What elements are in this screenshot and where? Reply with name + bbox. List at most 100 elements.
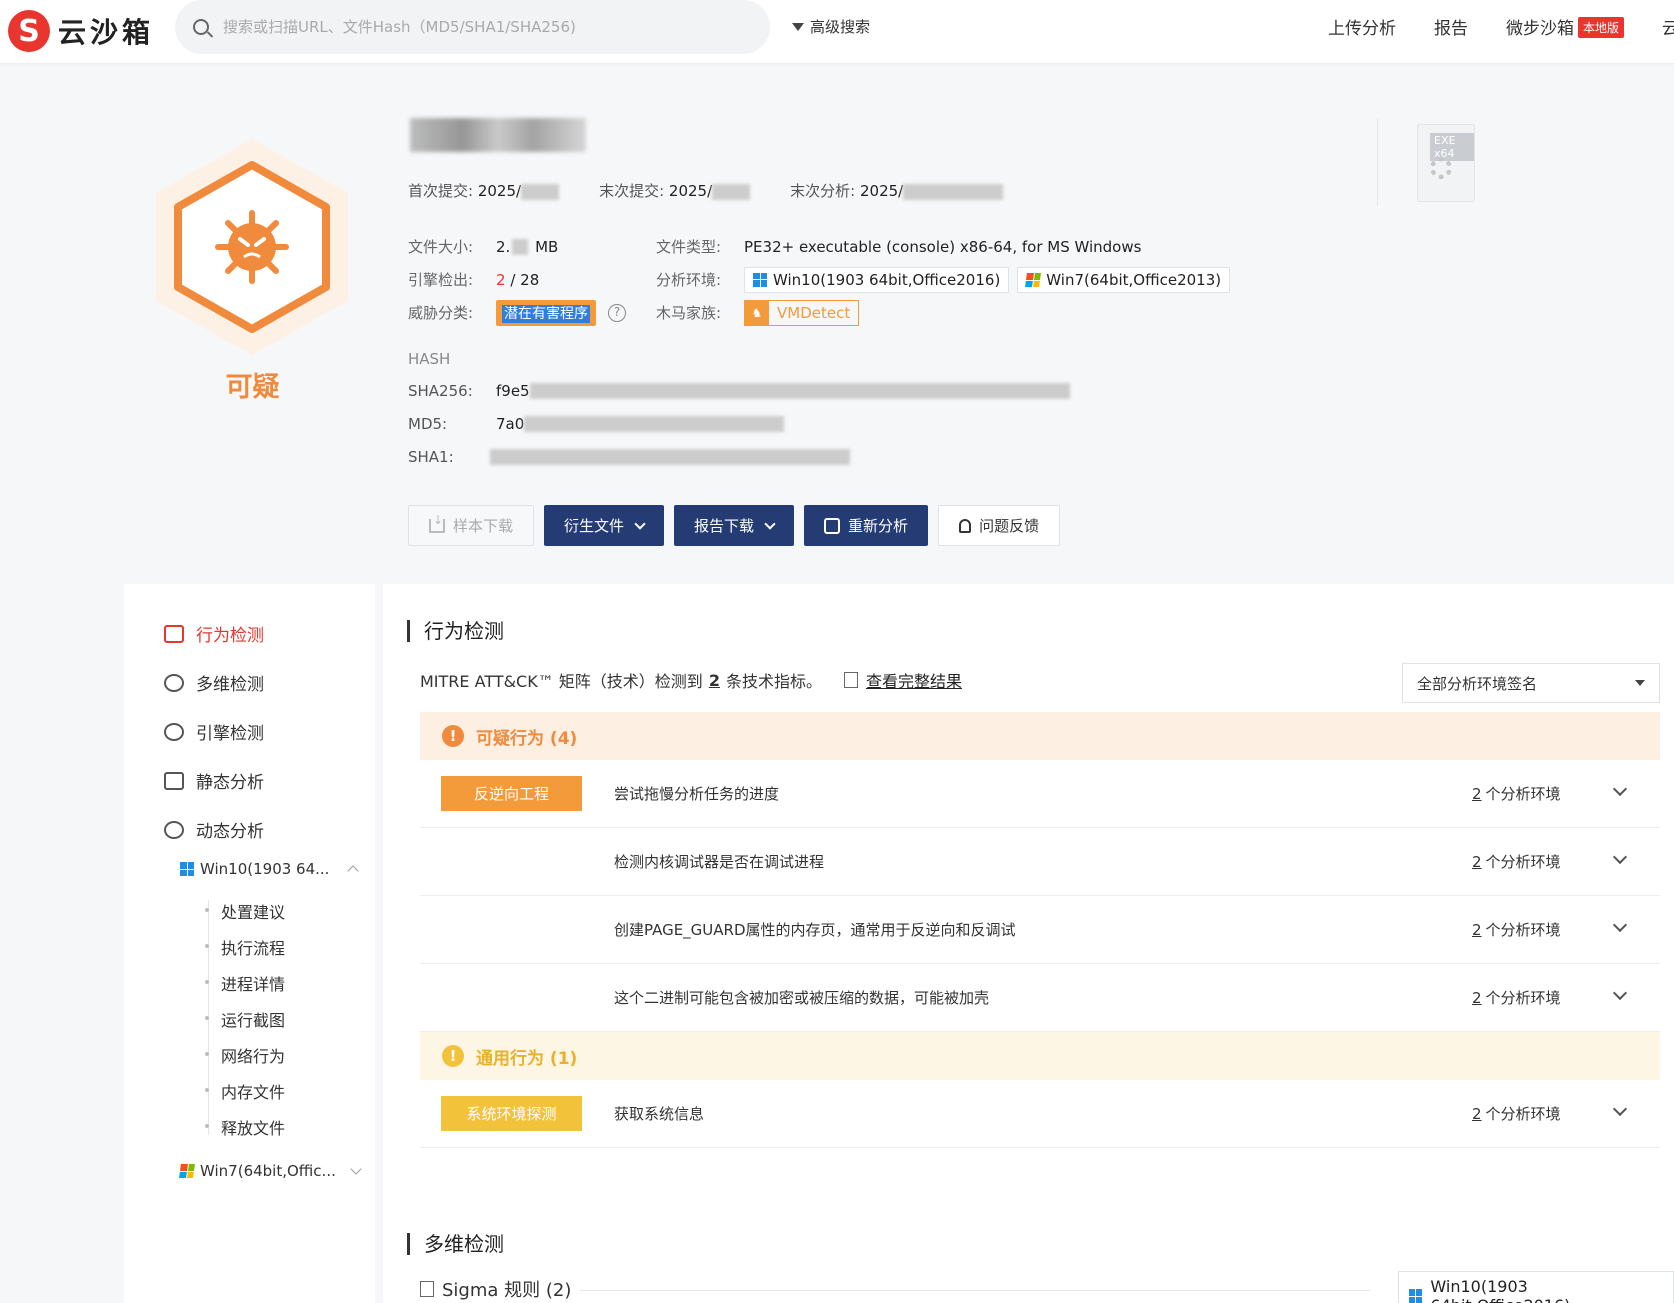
monitor-icon [164, 624, 184, 643]
sidebar-env-win7[interactable]: Win7(64bit,Offic... [179, 1162, 362, 1180]
sidebar-item-multi[interactable]: 多维检测 [164, 670, 264, 695]
reanalyze-label: 重新分析 [848, 517, 909, 535]
sidebar-item-label: 引擎检测 [196, 724, 264, 744]
behavior-env-count[interactable]: 2 个分析环境 [1472, 919, 1561, 940]
view-full-results-link[interactable]: 查看完整结果 [843, 668, 962, 692]
behavior-env-count[interactable]: 2 个分析环境 [1472, 851, 1561, 872]
sidebar-item-behavior[interactable]: 行为检测 [164, 621, 264, 646]
file-size-value: 2. MB [496, 238, 656, 256]
redacted-block [524, 416, 785, 432]
engine-value: 2 / 28 [496, 271, 656, 289]
caret-down-icon [1635, 680, 1645, 686]
sidebar-item-dynamic[interactable]: 动态分析 [164, 817, 264, 842]
sidebar-sub-item[interactable]: 网络行为 [205, 1043, 285, 1067]
nav-upload-analysis[interactable]: 上传分析 [1328, 14, 1396, 39]
env-count-text: 个分析环境 [1485, 989, 1561, 1007]
download-sample-button[interactable]: 样本下载 [408, 505, 535, 546]
nav-sandbox[interactable]: 微步沙箱 本地版 [1506, 14, 1625, 39]
chevron-up-icon [347, 865, 360, 877]
trojan-horse-icon: ♞ [745, 300, 769, 325]
behavior-env-count[interactable]: 2 个分析环境 [1472, 987, 1561, 1008]
sidebar-item-engine[interactable]: 引擎检测 [164, 719, 264, 744]
suspicious-bug-icon [156, 139, 348, 355]
general-group-header[interactable]: ! 通用行为 (1) [420, 1032, 1660, 1080]
divider [1377, 118, 1378, 206]
chevron-down-icon [764, 517, 776, 530]
search-bar[interactable] [175, 0, 770, 54]
sha1-label: SHA1: [408, 448, 454, 466]
hash-title: HASH [408, 350, 451, 368]
sha256-value[interactable]: f9e5 [496, 382, 530, 400]
file-name-redacted [410, 118, 586, 152]
last-submit: 末次提交: 2025/ [599, 180, 751, 201]
behavior-desc: 创建PAGE_GUARD属性的内存页，通常用于反逆向和反调试 [614, 921, 1016, 939]
sha1-row: SHA1: [408, 448, 850, 466]
reanalyze-button[interactable]: 重新分析 [804, 505, 929, 546]
report-download-label: 报告下载 [694, 517, 755, 535]
rules-icon [420, 1281, 434, 1297]
behavior-row[interactable]: 检测内核调试器是否在调试进程 2 个分析环境 [420, 828, 1660, 896]
file-type-label: 文件类型: [656, 238, 722, 256]
download-icon [429, 513, 445, 533]
sidebar-sub-item[interactable]: 内存文件 [205, 1079, 285, 1103]
suspicious-group-header[interactable]: ! 可疑行为 (4) [420, 712, 1660, 760]
sha256-label: SHA256: [408, 382, 473, 400]
file-type-value: PE32+ executable (console) x86-64, for M… [744, 237, 1142, 256]
family-tag[interactable]: ♞ VMDetect [744, 299, 860, 326]
threat-tag[interactable]: 潜在有害程序 [496, 299, 596, 326]
sidebar-env-win10[interactable]: Win10(1903 64... [180, 860, 360, 878]
behavior-row[interactable]: 反逆向工程 尝试拖慢分析任务的进度 2 个分析环境 [420, 760, 1660, 828]
sidebar-item-label: 动态分析 [196, 822, 264, 842]
behavior-row[interactable]: 创建PAGE_GUARD属性的内存页，通常用于反逆向和反调试 2 个分析环境 [420, 896, 1660, 964]
sidebar-sub-item[interactable]: 运行截图 [205, 1007, 285, 1031]
sigma-env-label: Win10(1903 64bit,Office2016) [1430, 1277, 1570, 1303]
derived-files-button[interactable]: 衍生文件 [544, 505, 665, 546]
help-icon[interactable]: ? [608, 303, 626, 322]
last-submit-label: 末次提交: [599, 182, 665, 200]
advanced-search-button[interactable]: 高级搜索 [792, 16, 870, 37]
behavior-row[interactable]: 这个二进制可能包含被加密或被压缩的数据，可能被加壳 2 个分析环境 [420, 964, 1660, 1032]
report-download-button[interactable]: 报告下载 [674, 505, 795, 546]
md5-label: MD5: [408, 415, 448, 433]
behavior-tag: 反逆向工程 [441, 776, 582, 811]
md5-value[interactable]: 7a0 [496, 415, 524, 433]
gear-icon [1430, 157, 1452, 179]
env-tag-win10[interactable]: Win10(1903 64bit,Office2016) [744, 266, 1010, 293]
sidebar-item-static[interactable]: 静态分析 [164, 768, 264, 793]
behavior-desc: 检测内核调试器是否在调试进程 [614, 853, 825, 871]
sidebar-sub-item[interactable]: 进程详情 [205, 971, 285, 995]
nav-report[interactable]: 报告 [1434, 14, 1468, 39]
behavior-row[interactable]: 系统环境探测 获取系统信息 2 个分析环境 [420, 1080, 1660, 1148]
nav-cut-item[interactable]: 云 [1662, 14, 1674, 39]
sidebar-sub-item[interactable]: 释放文件 [205, 1115, 285, 1139]
download-sample-label: 样本下载 [453, 517, 514, 535]
multi-section-title: 多维检测 [407, 1233, 504, 1255]
search-input[interactable] [223, 18, 743, 36]
filter-icon [792, 22, 804, 31]
chevron-down-icon[interactable] [1612, 1101, 1628, 1117]
chevron-down-icon [634, 517, 646, 530]
sigma-env-tag[interactable]: Win10(1903 64bit,Office2016) [1398, 1271, 1674, 1303]
sigma-rules-header[interactable]: Sigma 规则 (2) [420, 1276, 571, 1302]
env-signature-select[interactable]: 全部分析环境签名 [1402, 663, 1660, 703]
mitre-prefix: MITRE ATT&CK™ 矩阵（技术）检测到 [420, 672, 703, 691]
chevron-down-icon[interactable] [1612, 917, 1628, 933]
sidebar-sub-item[interactable]: 执行流程 [205, 935, 285, 959]
derived-files-label: 衍生文件 [564, 517, 625, 535]
redacted-block [712, 183, 751, 200]
verdict-hexagon [150, 135, 355, 360]
behavior-section-title: 行为检测 [407, 620, 504, 642]
behavior-env-count[interactable]: 2 个分析环境 [1472, 1103, 1561, 1124]
last-analysis-value: 2025/ [860, 182, 904, 200]
feedback-button[interactable]: 问题反馈 [938, 505, 1061, 546]
chevron-down-icon[interactable] [1612, 985, 1628, 1001]
chevron-down-icon[interactable] [1612, 849, 1628, 865]
logo[interactable]: S 云沙箱 [8, 8, 154, 54]
nav-sandbox-label: 微步沙箱 [1506, 19, 1574, 39]
env-tag-win7[interactable]: Win7(64bit,Office2013) [1017, 266, 1231, 293]
behavior-env-count[interactable]: 2 个分析环境 [1472, 783, 1561, 804]
sidebar-sub-item[interactable]: 处置建议 [205, 899, 285, 923]
md5-row: MD5: 7a0 [408, 415, 785, 433]
chevron-down-icon[interactable] [1612, 781, 1628, 797]
redacted-block [529, 383, 1070, 399]
